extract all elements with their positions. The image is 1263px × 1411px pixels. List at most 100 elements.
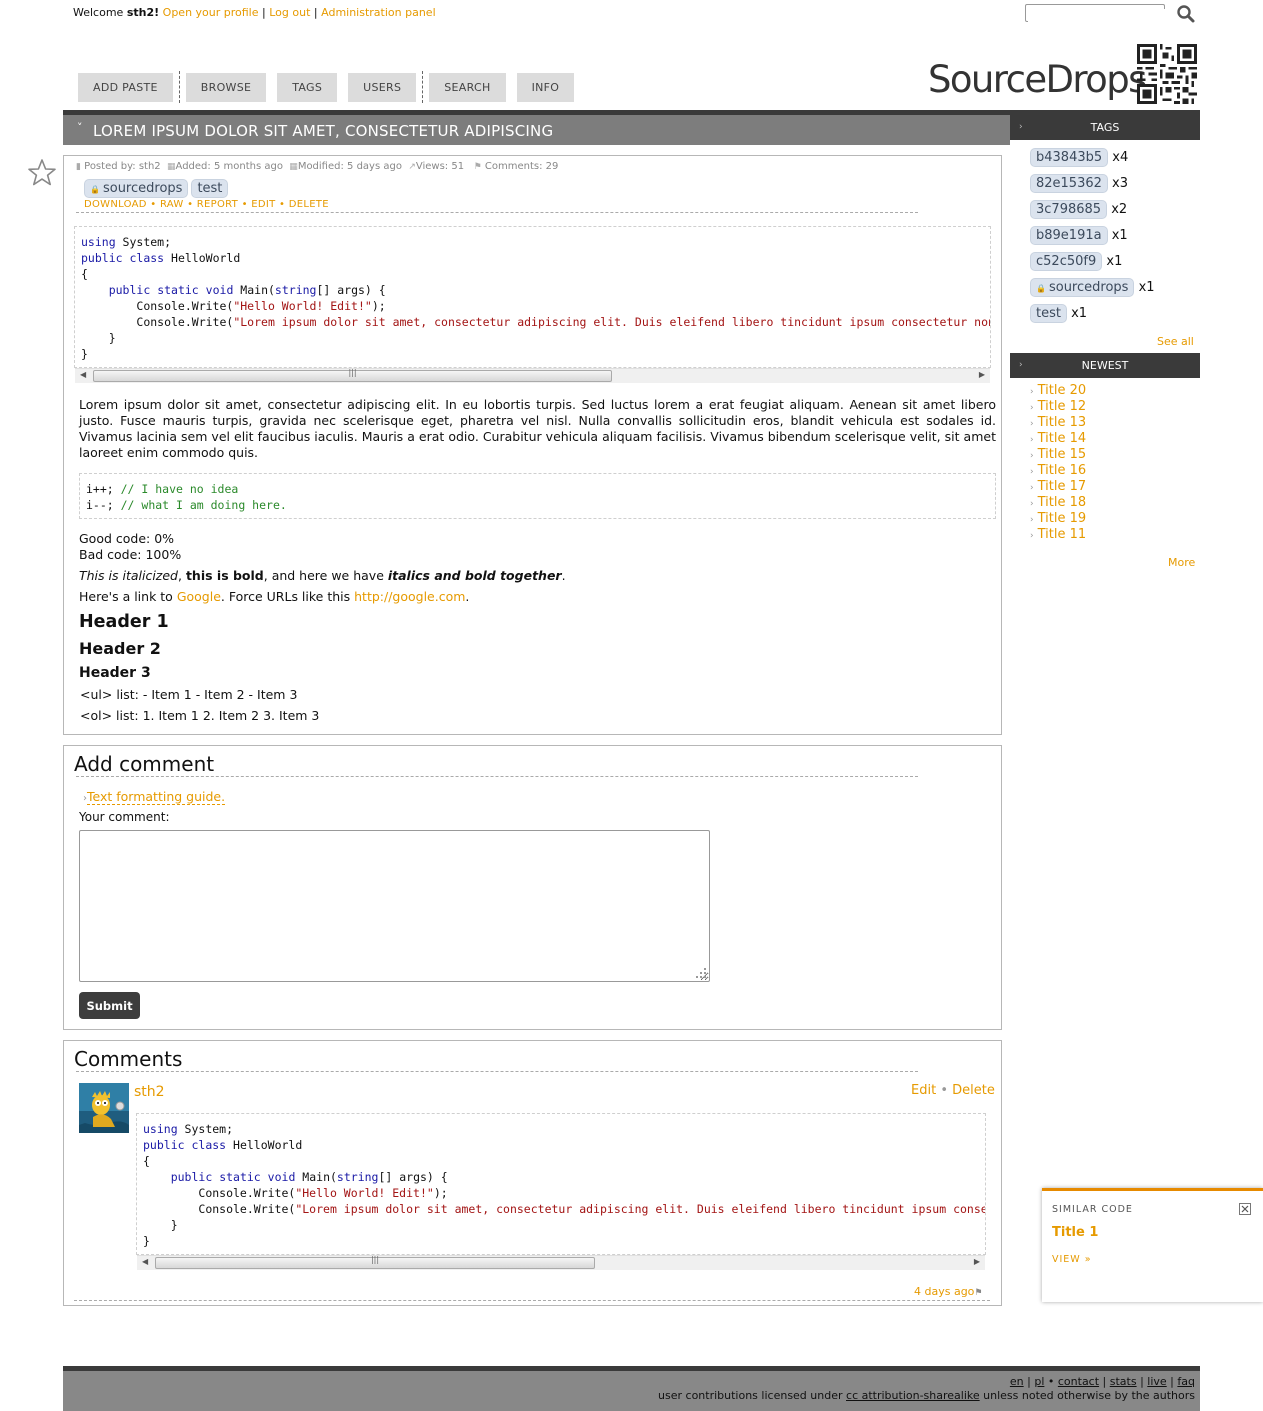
tag-chip[interactable]: b89e191a [1030, 226, 1108, 245]
scroll-left-icon[interactable]: ◀ [80, 370, 86, 379]
code-keyword: public [170, 1170, 213, 1184]
newest-link[interactable]: Title 13 [1038, 415, 1087, 430]
chevron-down-icon[interactable]: ˅ [77, 121, 83, 134]
chevron-right-icon: › [1030, 419, 1034, 429]
tag-chip[interactable]: b43843b5 [1030, 148, 1109, 167]
code-line: public static void Main(string[] args) { [143, 1169, 979, 1185]
nav-tags[interactable]: TAGS [277, 73, 338, 102]
similar-code-view-link[interactable]: VIEW » [1052, 1254, 1092, 1265]
flag-icon[interactable]: ⚑ [974, 1288, 982, 1298]
newest-link[interactable]: Title 12 [1038, 399, 1087, 414]
resize-grip-icon[interactable] [695, 967, 707, 979]
newest-link[interactable]: Title 19 [1038, 511, 1087, 526]
code-line: { [81, 267, 88, 281]
code-keyword: string [336, 1170, 379, 1184]
comment-permalink[interactable]: 4 days ago [914, 1285, 974, 1298]
nav-add-paste[interactable]: ADD PASTE [78, 73, 173, 102]
google-link[interactable]: Google [177, 589, 221, 604]
comment-code-block[interactable]: using System; public class HelloWorld{ pu… [136, 1113, 986, 1255]
italic-text: This is italicized [79, 568, 178, 583]
site-logo[interactable]: SourceDrops [928, 58, 1147, 101]
tag-chip-sourcedrops[interactable]: 🔒 sourcedrops [1030, 278, 1135, 297]
calendar-icon: ▦ [167, 162, 176, 172]
inline-code-block[interactable]: i++; // I have no idea i--; // what I am … [79, 473, 996, 519]
more-newest-link[interactable]: More [1168, 556, 1195, 569]
scroll-right-icon[interactable]: ▶ [979, 370, 985, 379]
chevron-right-icon: › [1030, 435, 1034, 445]
nav-info[interactable]: INFO [516, 73, 575, 102]
code-comment: // what I am doing here. [120, 498, 287, 512]
grip-icon: ||| [348, 368, 357, 377]
code-keyword: void [205, 283, 234, 297]
tag-chip[interactable]: c52c50f9 [1030, 252, 1103, 271]
newest-link[interactable]: Title 18 [1038, 495, 1087, 510]
scrollbar-thumb[interactable]: ||| [93, 368, 612, 382]
tag-chip-test[interactable]: test [191, 179, 229, 198]
newest-link[interactable]: Title 17 [1038, 479, 1087, 494]
delete-link[interactable]: DELETE [289, 199, 329, 210]
report-link[interactable]: REPORT [197, 199, 238, 210]
google-url-link[interactable]: http://google.com [354, 589, 465, 604]
logout-link[interactable]: Log out [269, 6, 310, 19]
header-3: Header 3 [79, 665, 151, 681]
search-icon[interactable] [1176, 4, 1196, 24]
newest-link[interactable]: Title 11 [1038, 527, 1087, 542]
code-text: System; [177, 1122, 234, 1136]
modified-date: Modified: 5 days ago [297, 161, 402, 172]
scrollbar-thumb[interactable]: ||| [155, 1255, 595, 1269]
tag-chip[interactable]: test [1030, 304, 1067, 323]
comment-textarea[interactable] [79, 830, 710, 982]
similar-code-heading: SIMILAR CODE [1052, 1204, 1133, 1215]
lang-en-link[interactable]: en [1010, 1375, 1024, 1388]
avatar[interactable] [79, 1083, 129, 1133]
username: sth2 [126, 6, 155, 19]
horizontal-scrollbar[interactable]: ◀ ||| ▶ [75, 368, 990, 383]
nav-users[interactable]: USERS [348, 73, 417, 102]
raw-link[interactable]: RAW [160, 199, 184, 210]
close-icon[interactable] [1239, 1203, 1251, 1215]
comments-count: Comments: 29 [484, 161, 559, 172]
contact-link[interactable]: contact [1058, 1375, 1099, 1388]
formatting-guide-toggle[interactable]: ›Text formatting guide. [83, 789, 226, 805]
download-link[interactable]: DOWNLOAD [84, 199, 147, 210]
edit-link[interactable]: EDIT [251, 199, 275, 210]
code-block[interactable]: using System; public class HelloWorld{ pu… [74, 226, 991, 368]
newest-link[interactable]: Title 14 [1038, 431, 1087, 446]
tag-cloud: b43843b5 x4 82e15362 x3 3c798685 x2 b89e… [1030, 148, 1200, 330]
license-text: unless noted otherwise by the authors [979, 1389, 1195, 1402]
faq-link[interactable]: faq [1177, 1375, 1195, 1388]
nav-search[interactable]: SEARCH [429, 73, 506, 102]
divider [76, 212, 918, 213]
newest-link[interactable]: Title 15 [1038, 447, 1087, 462]
admin-panel-link[interactable]: Administration panel [321, 6, 436, 19]
newest-link[interactable]: Title 16 [1038, 463, 1087, 478]
see-all-tags-link[interactable]: See all [1157, 335, 1194, 348]
tag-chip-sourcedrops[interactable]: 🔒 sourcedrops [84, 179, 189, 198]
scroll-right-icon[interactable]: ▶ [974, 1257, 980, 1266]
live-link[interactable]: live [1147, 1375, 1166, 1388]
similar-code-title-link[interactable]: Title 1 [1052, 1225, 1098, 1240]
search-input[interactable] [1028, 8, 1166, 25]
formatting-guide-link[interactable]: Text formatting guide. [87, 789, 226, 805]
license-link[interactable]: cc attribution-sharealike [846, 1389, 980, 1402]
newest-link[interactable]: Title 20 [1038, 383, 1087, 398]
nav-browse[interactable]: BROWSE [185, 73, 267, 102]
lang-pl-link[interactable]: pl [1034, 1375, 1044, 1388]
tag-chip[interactable]: 82e15362 [1030, 174, 1108, 193]
tags-panel-title: TAGS [1090, 121, 1120, 134]
text: . Force URLs like this [220, 589, 355, 604]
comment-author-link[interactable]: sth2 [134, 1084, 165, 1100]
scroll-left-icon[interactable]: ◀ [142, 1257, 148, 1266]
open-profile-link[interactable]: Open your profile [163, 6, 259, 19]
tag-chip[interactable]: 3c798685 [1030, 200, 1108, 219]
code-line: public static void Main(string[] args) { [81, 282, 984, 298]
comment-delete-link[interactable]: Delete [952, 1083, 995, 1098]
tag-row: 3c798685 x2 [1030, 200, 1200, 226]
tag-row: test x1 [1030, 304, 1200, 330]
stats-link[interactable]: stats [1110, 1375, 1137, 1388]
comment-edit-link[interactable]: Edit [911, 1083, 936, 1098]
star-icon[interactable] [27, 158, 57, 188]
code-string: "Hello World! Edit!" [295, 1186, 434, 1200]
horizontal-scrollbar[interactable]: ◀ ||| ▶ [137, 1255, 985, 1270]
submit-comment-button[interactable]: Submit [79, 992, 140, 1019]
